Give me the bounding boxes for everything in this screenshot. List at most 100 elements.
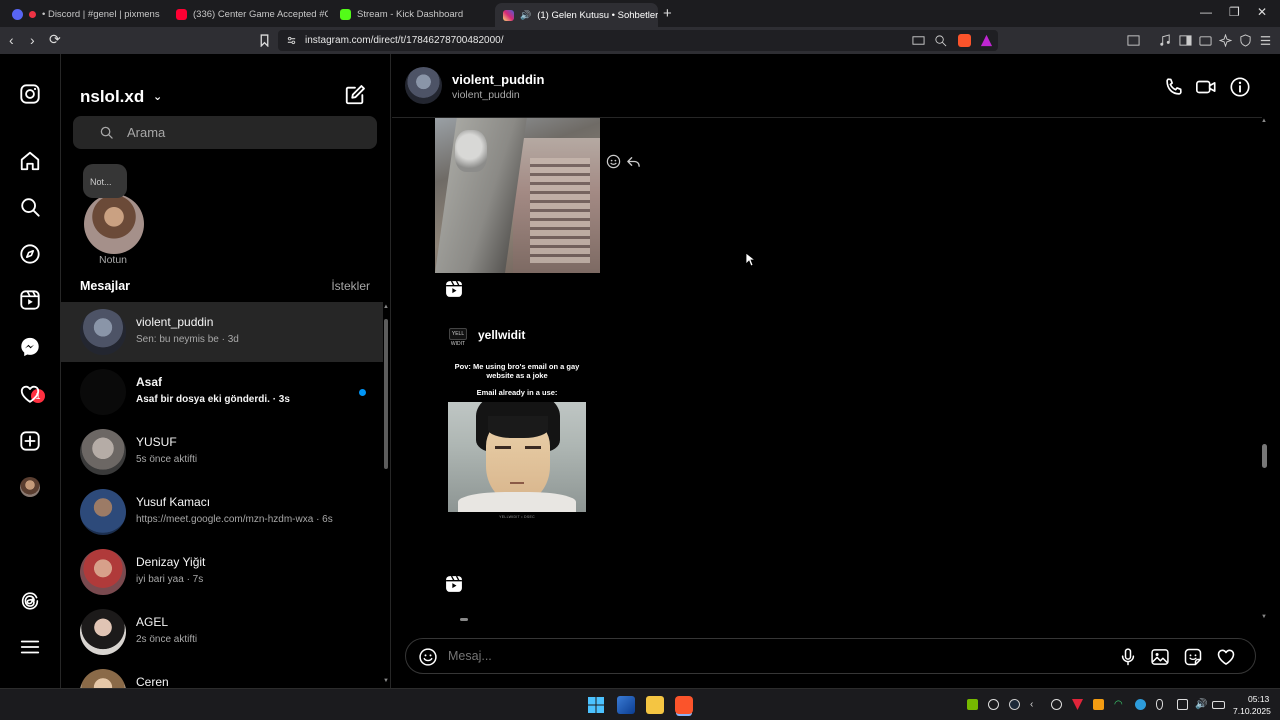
conversation-row[interactable]: violent_puddin Sen: bu neymis be · 3d bbox=[61, 302, 383, 362]
account-switcher[interactable]: nslol.xd ⌄ bbox=[80, 87, 162, 107]
shared-post-image[interactable]: Pov: Me using bro's email on a gay websi… bbox=[448, 354, 586, 524]
conversation-row[interactable]: YUSUF 5s önce aktifti bbox=[61, 422, 383, 482]
voice-message-icon[interactable] bbox=[1118, 647, 1138, 667]
cast-icon[interactable] bbox=[912, 34, 925, 47]
like-heart-icon[interactable] bbox=[1216, 647, 1236, 667]
emoji-picker-icon[interactable] bbox=[418, 647, 438, 667]
note-avatar[interactable] bbox=[84, 194, 144, 254]
list-scrollbar[interactable]: ▲ ▼ bbox=[383, 304, 389, 686]
add-photo-icon[interactable] bbox=[1150, 647, 1170, 667]
reply-icon[interactable] bbox=[626, 154, 641, 169]
leo-ai-icon[interactable] bbox=[1219, 34, 1232, 47]
conversation-info-icon[interactable] bbox=[1229, 76, 1251, 98]
steam-tray-icon[interactable] bbox=[1009, 699, 1020, 710]
clock-date[interactable]: 7.10.2025 bbox=[1233, 706, 1271, 716]
brave-shields-icon[interactable] bbox=[958, 34, 971, 47]
address-bar[interactable]: instagram.com/direct/t/17846278700482000… bbox=[278, 30, 998, 51]
tray-app-icon[interactable] bbox=[988, 699, 999, 710]
windows-start-icon[interactable] bbox=[587, 696, 605, 714]
sidebar-toggle-icon[interactable] bbox=[1179, 34, 1192, 47]
file-explorer-icon[interactable] bbox=[646, 696, 664, 714]
chat-contact-name[interactable]: violent_puddin bbox=[452, 72, 544, 87]
search-icon[interactable] bbox=[19, 196, 41, 218]
tab-kick[interactable]: Stream - Kick Dashboard bbox=[332, 3, 492, 25]
conversation-row[interactable]: Yusuf Kamacı https://meet.google.com/mzn… bbox=[61, 482, 383, 542]
video-call-icon[interactable] bbox=[1195, 76, 1217, 98]
tab-instagram[interactable]: 🔊 (1) Gelen Kutusu • Sohbetler ✕ bbox=[495, 3, 658, 27]
compose-message-icon[interactable] bbox=[344, 84, 366, 106]
explore-icon[interactable] bbox=[19, 243, 41, 265]
building-windows bbox=[530, 158, 590, 263]
minimize-icon[interactable]: — bbox=[1200, 5, 1212, 19]
menu-icon[interactable] bbox=[1259, 34, 1272, 47]
battery-tray-icon[interactable] bbox=[1212, 701, 1225, 709]
account-username: nslol.xd bbox=[80, 87, 145, 106]
site-settings-icon[interactable] bbox=[286, 35, 297, 46]
reels-icon[interactable] bbox=[444, 279, 464, 299]
messenger-icon[interactable] bbox=[19, 336, 41, 358]
conversation-row[interactable]: AGEL 2s önce aktifti bbox=[61, 602, 383, 662]
microphone-tray-icon[interactable] bbox=[1156, 699, 1163, 710]
tab-discord[interactable]: • Discord | #genel | pixmens bbox=[4, 3, 164, 25]
zoom-icon[interactable] bbox=[934, 34, 947, 47]
audio-call-icon[interactable] bbox=[1163, 76, 1185, 98]
wallet-icon[interactable] bbox=[1199, 34, 1212, 47]
tray-app-icon[interactable] bbox=[1093, 699, 1104, 710]
instagram-logo-icon[interactable] bbox=[19, 83, 41, 105]
brave-browser-icon[interactable] bbox=[675, 696, 693, 714]
tray-app-icon[interactable]: ‹ bbox=[1030, 699, 1041, 710]
nvidia-tray-icon[interactable] bbox=[967, 699, 978, 710]
forward-icon[interactable]: › bbox=[30, 32, 35, 48]
reels-icon[interactable] bbox=[444, 574, 464, 594]
reader-mode-icon[interactable] bbox=[1127, 34, 1140, 47]
notifications-heart-icon[interactable] bbox=[19, 383, 41, 405]
conversation-row[interactable]: Asaf Asaf bir dosya eki gönderdi. · 3s bbox=[61, 362, 383, 422]
volume-tray-icon[interactable]: 🔊 bbox=[1195, 699, 1207, 710]
back-icon[interactable]: ‹ bbox=[9, 32, 14, 48]
close-window-icon[interactable]: ✕ bbox=[1257, 5, 1267, 19]
home-icon[interactable] bbox=[19, 150, 41, 172]
post-author-name[interactable]: yellwidit bbox=[478, 328, 525, 342]
scroll-up-icon[interactable]: ▲ bbox=[1261, 118, 1267, 124]
new-tab-button[interactable]: + bbox=[663, 5, 672, 22]
threads-icon[interactable] bbox=[19, 590, 41, 612]
react-emoji-icon[interactable] bbox=[606, 154, 621, 169]
vpn-shield-icon[interactable] bbox=[1239, 34, 1252, 47]
scroll-down-icon[interactable]: ▼ bbox=[383, 678, 389, 684]
post-author-avatar[interactable]: YELL WIDIT bbox=[449, 328, 467, 347]
bookmark-icon[interactable] bbox=[258, 34, 271, 47]
search-input[interactable]: Arama bbox=[127, 125, 165, 140]
clock-time[interactable]: 05:13 bbox=[1248, 694, 1269, 704]
conversation-name: violent_puddin bbox=[136, 315, 214, 329]
tray-app-icon[interactable] bbox=[1051, 699, 1062, 710]
reload-icon[interactable]: ⟳ bbox=[49, 31, 61, 48]
profile-avatar[interactable] bbox=[20, 477, 40, 497]
requests-link[interactable]: İstekler bbox=[331, 279, 370, 293]
tray-app-icon[interactable] bbox=[1072, 699, 1083, 710]
more-menu-icon[interactable] bbox=[19, 636, 41, 658]
message-input[interactable] bbox=[448, 649, 1048, 663]
reels-icon[interactable] bbox=[19, 289, 41, 311]
note-bubble[interactable]: Not... bbox=[83, 164, 127, 198]
gallery-app-icon[interactable] bbox=[617, 696, 635, 714]
search-field[interactable]: Arama bbox=[73, 116, 377, 149]
chat-scrollbar[interactable]: ▲ ▼ bbox=[1258, 118, 1270, 624]
scroll-up-icon[interactable]: ▲ bbox=[383, 304, 389, 310]
brave-rewards-icon[interactable] bbox=[980, 34, 993, 47]
media-icon[interactable] bbox=[1159, 34, 1172, 47]
conversation-row[interactable]: Denizay Yiğit iyi bari yaa · 7s bbox=[61, 542, 383, 602]
tab-youtube[interactable]: (336) Center Game Accepted #Chess bbox=[168, 3, 328, 25]
shared-reel-thumbnail[interactable] bbox=[435, 118, 600, 273]
wifi-tray-icon[interactable]: ◠ bbox=[1114, 699, 1125, 710]
conversation-row[interactable]: Ceren bbox=[61, 662, 383, 688]
create-icon[interactable] bbox=[19, 430, 41, 452]
chat-avatar[interactable] bbox=[405, 67, 442, 104]
tray-app-icon[interactable] bbox=[1135, 699, 1146, 710]
list-scrollbar-thumb[interactable] bbox=[384, 319, 388, 469]
scroll-down-icon[interactable]: ▼ bbox=[1261, 614, 1267, 620]
restore-icon[interactable]: ❐ bbox=[1229, 5, 1240, 19]
network-tray-icon[interactable] bbox=[1177, 699, 1188, 710]
conversation-list-panel: nslol.xd ⌄ Arama Not... Notun Mesajlar İ… bbox=[61, 54, 391, 688]
sticker-icon[interactable] bbox=[1183, 647, 1203, 667]
chat-scrollbar-thumb[interactable] bbox=[1262, 444, 1267, 468]
